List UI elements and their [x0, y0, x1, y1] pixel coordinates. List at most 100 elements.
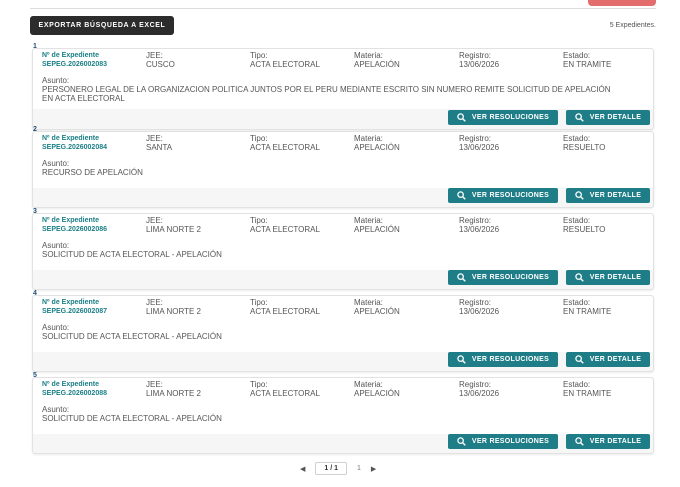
record-actions: VER RESOLUCIONES VER DETALLE: [448, 434, 650, 449]
chevron-right-icon[interactable]: ▶: [371, 465, 376, 473]
record-item: 4 Nº de Expediente SEPEG.2026002087 JEE:…: [30, 289, 660, 372]
record-card: Nº de Expediente SEPEG.2026002083 JEE: C…: [32, 48, 654, 130]
jee-field: JEE: SANTA: [146, 134, 172, 152]
estado-field: Estado: RESUELTO: [563, 134, 605, 152]
records-list: 1 Nº de Expediente SEPEG.2026002083 JEE:…: [30, 42, 660, 454]
materia-value: APELACIÓN: [354, 389, 400, 398]
search-icon: [457, 273, 466, 282]
estado-value: EN TRAMITE: [563, 307, 612, 316]
record-item: 2 Nº de Expediente SEPEG.2026002084 JEE:…: [30, 125, 660, 208]
expediente-field: Nº de Expediente SEPEG.2026002084: [42, 134, 107, 152]
search-icon: [457, 113, 466, 122]
tipo-value: ACTA ELECTORAL: [250, 307, 320, 316]
ver-detalle-label: VER DETALLE: [589, 274, 642, 281]
asunto-value: SOLICITUD DE ACTA ELECTORAL - APELACIÓN: [42, 250, 222, 259]
tipo-value: ACTA ELECTORAL: [250, 60, 320, 69]
ver-detalle-label: VER DETALLE: [589, 114, 642, 121]
record-item: 1 Nº de Expediente SEPEG.2026002083 JEE:…: [30, 42, 660, 130]
expediente-number[interactable]: SEPEG.2026002087: [42, 307, 107, 316]
materia-label: Materia:: [354, 51, 383, 60]
registro-label: Registro:: [459, 134, 492, 143]
top-divider: [30, 8, 656, 9]
asunto-field: Asunto: SOLICITUD DE ACTA ELECTORAL - AP…: [42, 405, 622, 423]
results-count: 5 Expedientes.: [609, 22, 656, 29]
ver-resoluciones-button[interactable]: VER RESOLUCIONES: [448, 270, 558, 285]
chevron-left-icon[interactable]: ◀: [300, 465, 305, 473]
ver-detalle-button[interactable]: VER DETALLE: [566, 188, 650, 203]
ver-detalle-button[interactable]: VER DETALLE: [566, 434, 650, 449]
jee-field: JEE: LIMA NORTE 2: [146, 298, 201, 316]
asunto-value: SOLICITUD DE ACTA ELECTORAL - APELACIÓN: [42, 414, 222, 423]
estado-label: Estado:: [563, 380, 591, 389]
expediente-number[interactable]: SEPEG.2026002083: [42, 60, 107, 69]
jee-label: JEE:: [146, 134, 163, 143]
estado-label: Estado:: [563, 298, 591, 307]
registro-value: 13/06/2026: [459, 389, 500, 398]
search-icon: [575, 437, 584, 446]
asunto-field: Asunto: SOLICITUD DE ACTA ELECTORAL - AP…: [42, 241, 622, 259]
expediente-number[interactable]: SEPEG.2026002086: [42, 225, 107, 234]
ver-detalle-button[interactable]: VER DETALLE: [566, 270, 650, 285]
ver-resoluciones-label: VER RESOLUCIONES: [471, 356, 550, 363]
materia-field: Materia: APELACIÓN: [354, 298, 400, 316]
estado-field: Estado: EN TRAMITE: [563, 298, 611, 316]
ver-detalle-button[interactable]: VER DETALLE: [566, 352, 650, 367]
registro-field: Registro: 13/06/2026: [459, 134, 499, 152]
estado-label: Estado:: [563, 134, 591, 143]
ver-detalle-label: VER DETALLE: [589, 438, 642, 445]
ver-resoluciones-label: VER RESOLUCIONES: [471, 114, 550, 121]
materia-value: APELACIÓN: [354, 143, 400, 152]
registro-label: Registro:: [459, 216, 492, 225]
ver-resoluciones-button[interactable]: VER RESOLUCIONES: [448, 434, 558, 449]
materia-field: Materia: APELACIÓN: [354, 51, 400, 69]
materia-label: Materia:: [354, 216, 383, 225]
record-card: Nº de Expediente SEPEG.2026002084 JEE: S…: [32, 131, 654, 208]
record-card: Nº de Expediente SEPEG.2026002086 JEE: L…: [32, 213, 654, 290]
registro-value: 13/06/2026: [459, 143, 500, 152]
record-actions: VER RESOLUCIONES VER DETALLE: [448, 352, 650, 367]
asunto-value: PERSONERO LEGAL DE LA ORGANIZACION POLIT…: [42, 85, 611, 103]
search-icon: [457, 437, 466, 446]
tipo-field: Tipo: ACTA ELECTORAL: [250, 134, 320, 152]
expediente-label: Nº de Expediente: [42, 135, 100, 142]
estado-label: Estado:: [563, 51, 591, 60]
ver-resoluciones-button[interactable]: VER RESOLUCIONES: [448, 352, 558, 367]
estado-value: EN TRAMITE: [563, 389, 612, 398]
jee-value: LIMA NORTE 2: [146, 389, 201, 398]
ver-resoluciones-button[interactable]: VER RESOLUCIONES: [448, 110, 558, 125]
tipo-field: Tipo: ACTA ELECTORAL: [250, 380, 320, 398]
registro-label: Registro:: [459, 51, 492, 60]
asunto-label: Asunto:: [42, 405, 70, 414]
expediente-label: Nº de Expediente: [42, 217, 100, 224]
tipo-value: ACTA ELECTORAL: [250, 143, 320, 152]
tipo-label: Tipo:: [250, 51, 268, 60]
current-page-indicator: 1 / 1: [315, 462, 348, 475]
expediente-label: Nº de Expediente: [42, 52, 100, 59]
estado-value: RESUELTO: [563, 225, 606, 234]
jee-field: JEE: LIMA NORTE 2: [146, 380, 201, 398]
materia-value: APELACIÓN: [354, 60, 400, 69]
jee-field: JEE: CUSCO: [146, 51, 175, 69]
ver-detalle-button[interactable]: VER DETALLE: [566, 110, 650, 125]
expediente-number[interactable]: SEPEG.2026002088: [42, 389, 107, 398]
search-icon: [575, 273, 584, 282]
estado-value: EN TRAMITE: [563, 60, 612, 69]
materia-value: APELACIÓN: [354, 307, 400, 316]
search-icon: [457, 191, 466, 200]
jee-field: JEE: LIMA NORTE 2: [146, 216, 201, 234]
expediente-number[interactable]: SEPEG.2026002084: [42, 143, 107, 152]
registro-label: Registro:: [459, 380, 492, 389]
page-link-1[interactable]: 1: [357, 465, 361, 472]
pagination: ◀ 1 / 1 1 ▶: [300, 462, 376, 475]
ver-resoluciones-label: VER RESOLUCIONES: [471, 192, 550, 199]
ver-resoluciones-button[interactable]: VER RESOLUCIONES: [448, 188, 558, 203]
jee-value: CUSCO: [146, 60, 175, 69]
record-actions: VER RESOLUCIONES VER DETALLE: [448, 188, 650, 203]
estado-value: RESUELTO: [563, 143, 606, 152]
jee-label: JEE:: [146, 51, 163, 60]
jee-value: LIMA NORTE 2: [146, 225, 201, 234]
export-excel-button[interactable]: EXPORTAR BÚSQUEDA A EXCEL: [30, 16, 174, 35]
asunto-value: RECURSO DE APELACIÓN: [42, 168, 143, 177]
record-card: Nº de Expediente SEPEG.2026002088 JEE: L…: [32, 377, 654, 454]
jee-label: JEE:: [146, 298, 163, 307]
